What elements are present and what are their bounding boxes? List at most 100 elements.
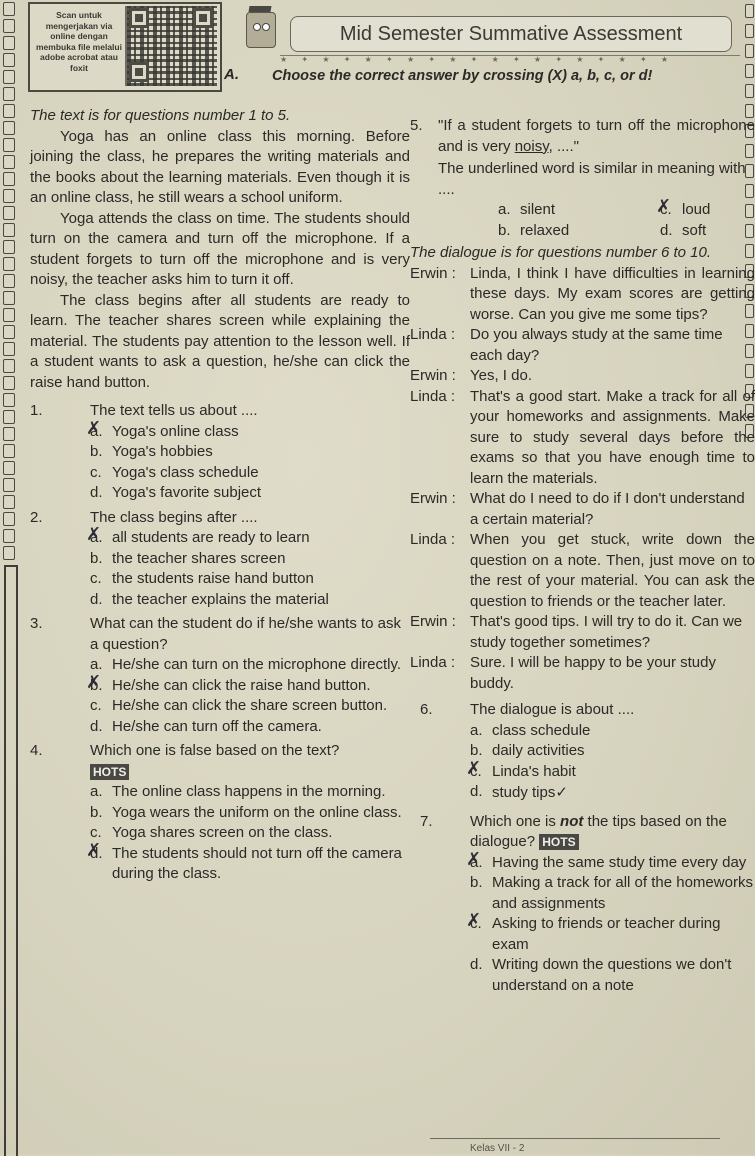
binding-ring [3, 138, 15, 152]
binding-ring [3, 529, 15, 543]
binding-ring [745, 44, 754, 58]
qr-code-box: Scan untuk mengerjakan via online dengan… [28, 2, 222, 92]
binding-ring [3, 104, 15, 118]
option-d[interactable]: d.The students should not turn off the c… [86, 841, 410, 885]
checkmark-icon: ✓ [555, 783, 568, 801]
dialogue-speaker: Linda : [410, 531, 456, 548]
binding-ring [745, 84, 754, 98]
binding-ring [3, 257, 15, 271]
option-b[interactable]: b. the teacher shares screen [90, 549, 410, 570]
binding-ring [3, 155, 15, 169]
option-b[interactable]: b. Yoga's hobbies [90, 442, 410, 463]
option-d[interactable]: d. study tips✓ [470, 782, 755, 804]
binding-ring [3, 512, 15, 526]
question-text: Which one is not the tips based on the d… [470, 812, 727, 851]
reading-paragraph: Yoga has an online class this morning. B… [30, 127, 410, 207]
binding-ring [3, 240, 15, 254]
book-mascot-icon [246, 12, 276, 48]
binding-ring [3, 172, 15, 186]
binding-ring [3, 206, 15, 220]
section-letter: A. [224, 66, 239, 83]
option-d[interactable]: d. He/she can turn off the camera. [90, 717, 410, 738]
binding-ring [3, 478, 15, 492]
option-a[interactable]: a. class schedule [470, 721, 755, 742]
binding-ring [3, 444, 15, 458]
underlined-word: noisy [514, 137, 549, 155]
dialogue-speaker: Erwin : [410, 490, 456, 507]
option-a[interactable]: a.all students are ready to learn [86, 525, 410, 549]
binding-ring [3, 291, 15, 305]
hots-badge: HOTS [539, 834, 579, 851]
dialogue: Erwin : Linda, I think I have difficultie… [410, 264, 755, 695]
dialogue-speaker: Linda : [410, 654, 456, 671]
option-a[interactable]: a. The online class happens in the mornin… [90, 782, 410, 803]
question-4: 4. Which one is false based on the text?… [30, 741, 410, 885]
binding-ring [3, 2, 15, 16]
binding-ring [3, 427, 15, 441]
binding-ring [3, 121, 15, 135]
dialogue-line: Yes, I do. [470, 367, 532, 384]
hots-badge: HOTS [90, 763, 130, 780]
reading-paragraph: The class begins after all students are … [30, 291, 410, 391]
binding-ring [3, 308, 15, 322]
option-b[interactable]: b. relaxed [498, 221, 600, 242]
question-6: 6. The dialogue is about .... a. class sc… [420, 700, 755, 804]
decorative-stars: ★ ✦ ★ ✦ ★ ✦ ★ ✦ ★ ✦ ★ ✦ ★ ✦ ★ ✦ ★ ✦ ★ [280, 55, 740, 64]
option-c[interactable]: c. He/she can click the share screen butt… [90, 696, 410, 717]
binding-ring [3, 393, 15, 407]
option-d[interactable]: d. the teacher explains the material [90, 590, 410, 611]
binding-ring [3, 410, 15, 424]
footer-divider [430, 1138, 720, 1139]
question-number: 3. [30, 615, 43, 632]
binding-ring [3, 325, 15, 339]
binding-ring [3, 546, 15, 560]
section-instruction: Choose the correct answer by crossing (X… [272, 68, 653, 84]
qr-code-icon[interactable] [125, 6, 217, 86]
question-number: 6. [420, 701, 433, 718]
binding-ring [3, 19, 15, 33]
option-a[interactable]: a.Yoga's online class [86, 419, 410, 443]
option-d[interactable]: d. Yoga's favorite subject [90, 483, 410, 504]
option-b[interactable]: b.He/she can click the raise hand button… [86, 673, 410, 697]
dialogue-speaker: Erwin : [410, 613, 456, 630]
option-b[interactable]: b. daily activities [470, 741, 755, 762]
dialogue-intro: The dialogue is for questions number 6 t… [410, 244, 712, 261]
dialogue-line: Do you always study at the same time eac… [470, 326, 723, 364]
binding-ring [3, 87, 15, 101]
question-2: 2. The class begins after .... a.all stu… [30, 508, 410, 611]
option-a[interactable]: a.Having the same study time every day [466, 850, 755, 874]
option-b[interactable]: b. Yoga wears the uniform on the online c… [90, 803, 410, 824]
reading-intro: The text is for questions number 1 to 5. [30, 107, 291, 124]
option-c[interactable]: c.Linda's habit [466, 759, 755, 783]
binding-ring [3, 376, 15, 390]
binding-bar [4, 565, 18, 1156]
binding-ring [745, 64, 754, 78]
option-d[interactable]: d. soft [660, 221, 720, 242]
option-c[interactable]: c. Yoga shares screen on the class. [90, 823, 410, 844]
option-a[interactable]: a. silent [498, 200, 600, 221]
question-1: 1. The text tells us about .... a.Yoga's… [30, 401, 410, 504]
question-text: The underlined word is similar in meanin… [438, 160, 746, 198]
question-7: 7. Which one is not the tips based on th… [420, 812, 755, 997]
option-a[interactable]: a. He/she can turn on the microphone dire… [90, 655, 410, 676]
option-d[interactable]: d. Writing down the questions we don't un… [470, 955, 755, 996]
option-c[interactable]: c. Yoga's class schedule [90, 463, 410, 484]
option-c[interactable]: c.loud [656, 197, 720, 221]
option-c[interactable]: c.Asking to friends or teacher during ex… [466, 911, 755, 955]
dialogue-line: When you get stuck, write down the quest… [470, 531, 755, 610]
left-column: The text is for questions number 1 to 5.… [30, 106, 410, 885]
question-number: 7. [420, 812, 433, 830]
binding-ring [3, 36, 15, 50]
dialogue-speaker: Erwin : [410, 264, 456, 282]
spiral-binding-left [2, 0, 18, 1156]
dialogue-line: What do I need to do if I don't understa… [470, 490, 745, 528]
binding-ring [3, 274, 15, 288]
question-number: 1. [30, 402, 43, 419]
option-b[interactable]: b. Making a track for all of the homework… [470, 873, 755, 914]
question-text: The class begins after .... [90, 508, 258, 526]
question-number: 2. [30, 508, 43, 526]
question-quote: "If a student forgets to turn off the mi… [438, 117, 755, 155]
option-c[interactable]: c. the students raise hand button [90, 569, 410, 590]
question-text: Which one is false based on the text? HOT… [90, 742, 340, 780]
dialogue-speaker: Linda : [410, 387, 456, 405]
